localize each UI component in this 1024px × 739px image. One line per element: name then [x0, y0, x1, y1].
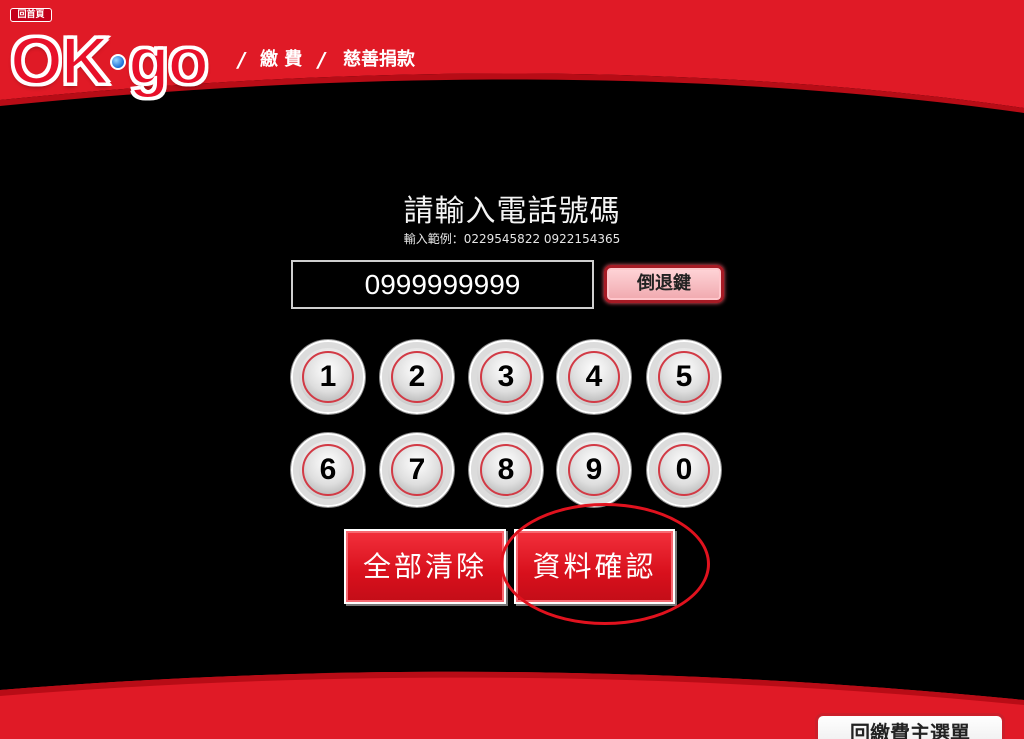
home-tag[interactable]: 回首頁 — [10, 8, 52, 22]
phone-number-field[interactable]: 0999999999 — [291, 260, 594, 309]
breadcrumb-separator: / — [318, 48, 326, 72]
logo-text-right: go — [126, 22, 210, 101]
clear-all-button[interactable]: 全部清除 — [344, 529, 506, 604]
keypad-key-label: 5 — [658, 351, 710, 403]
breadcrumb-charity: 慈善捐款 — [343, 49, 415, 70]
keypad-key-3[interactable]: 3 — [469, 340, 543, 414]
keypad-key-label: 4 — [568, 351, 620, 403]
keypad-key-label: 7 — [391, 444, 443, 496]
keypad-key-label: 2 — [391, 351, 443, 403]
keypad-key-label: 6 — [302, 444, 354, 496]
keypad-key-0[interactable]: 0 — [647, 433, 721, 507]
prompt-example: 輸入範例：0229545822 0922154365 — [403, 232, 621, 246]
keypad-key-9[interactable]: 9 — [557, 433, 631, 507]
keypad-key-5[interactable]: 5 — [647, 340, 721, 414]
prompt-title: 請輸入電話號碼 — [403, 194, 621, 229]
keypad-key-1[interactable]: 1 — [291, 340, 365, 414]
keypad-key-label: 1 — [302, 351, 354, 403]
keypad-key-7[interactable]: 7 — [380, 433, 454, 507]
breadcrumb-payment[interactable]: 繳 費 — [260, 48, 302, 72]
keypad-key-6[interactable]: 6 — [291, 433, 365, 507]
keypad-key-label: 8 — [480, 444, 532, 496]
backspace-button[interactable]: 倒退鍵 — [604, 265, 724, 303]
logo-text-left: OK — [9, 22, 112, 101]
highlight-annotation-ring — [500, 503, 710, 625]
breadcrumb-separator: / — [238, 48, 246, 72]
keypad-key-2[interactable]: 2 — [380, 340, 454, 414]
keypad-key-label: 3 — [480, 351, 532, 403]
back-to-payment-menu-button[interactable]: 回繳費主選單 — [815, 713, 1005, 739]
keypad-key-4[interactable]: 4 — [557, 340, 631, 414]
keypad-key-label: 0 — [658, 444, 710, 496]
logo-dot-icon — [110, 54, 126, 71]
okgo-logo[interactable]: OK go — [9, 22, 232, 101]
keypad-key-label: 9 — [568, 444, 620, 496]
keypad-key-8[interactable]: 8 — [469, 433, 543, 507]
